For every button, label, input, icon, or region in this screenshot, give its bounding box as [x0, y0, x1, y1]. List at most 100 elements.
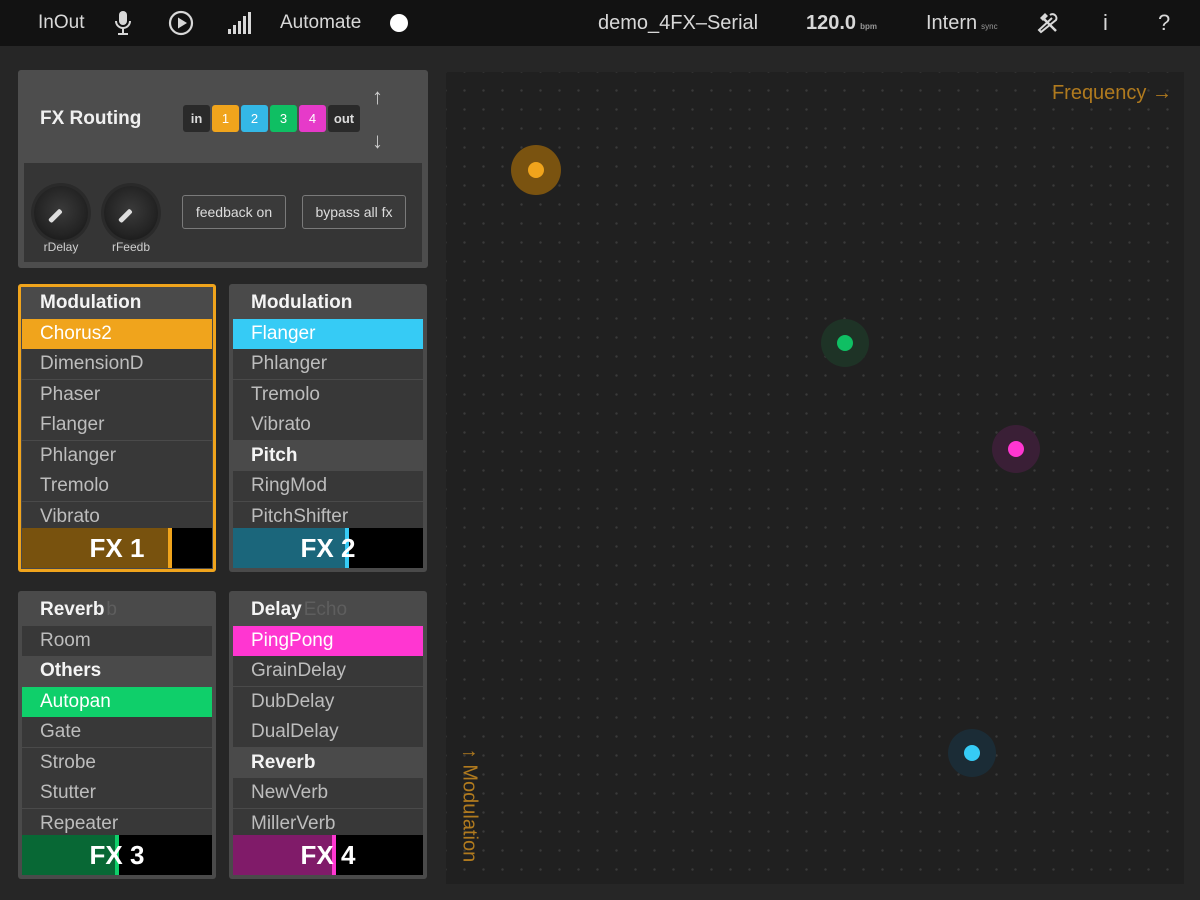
routing-chain-3[interactable]: 3 — [270, 105, 297, 132]
tempo-display[interactable]: 120.0 bpm — [806, 0, 877, 46]
fx-effect-item[interactable]: MillerVerb — [233, 808, 423, 839]
category-label: Reverb — [251, 751, 316, 773]
effect-label: Vibrato — [251, 414, 311, 435]
effect-label: Phlanger — [251, 353, 328, 374]
fx-effect-item[interactable]: Vibrato — [233, 410, 423, 440]
automate-label: Automate — [280, 12, 362, 33]
x-axis-label: Frequency → — [1051, 82, 1172, 104]
fx-effect-item[interactable]: NewVerb — [233, 778, 423, 808]
fx-slot-3[interactable]: Reverb b Room Others Autopan Gate Strobe Stutte… — [18, 591, 216, 879]
xy-pad[interactable]: Frequency → ↑ Modulation — [446, 72, 1184, 884]
y-axis-label: ↑ Modulation — [458, 748, 481, 863]
fx-slot-name: FX 1 — [89, 533, 145, 563]
effect-label: Room — [40, 629, 91, 651]
rfeedb-label: rFeedb — [111, 240, 151, 254]
tempo-value: 120.0 — [806, 11, 857, 34]
effect-label: NewVerb — [251, 782, 329, 803]
effect-label: Flanger — [40, 414, 105, 435]
fx-effect-item[interactable]: DimensionD — [22, 349, 212, 379]
fx-slot-1[interactable]: Modulation Chorus2 DimensionD Phaser Flanger… — [18, 284, 216, 572]
fx-effect-item[interactable]: Flanger — [22, 410, 212, 440]
fx-category-header: Delay Echo — [233, 595, 423, 625]
fx-category-header: Reverb b — [22, 595, 212, 625]
fx-slot-footer[interactable]: FX 3 — [22, 835, 212, 875]
routing-chain-4[interactable]: 4 — [299, 105, 326, 132]
knob-pointer — [47, 208, 63, 224]
fx-effect-item[interactable]: PingPong — [233, 625, 423, 656]
fx-effect-item[interactable]: Chorus2 — [22, 318, 212, 349]
fx-effect-item[interactable]: PitchShifter — [233, 501, 423, 532]
microphone-icon[interactable] — [113, 0, 133, 46]
preset-name[interactable]: demo_4FX–Serial — [598, 0, 758, 46]
fx-category-header: Modulation — [233, 288, 423, 318]
automate-button[interactable]: Automate — [280, 0, 361, 46]
tools-icon[interactable] — [1037, 0, 1059, 46]
fx-effect-item[interactable]: RingMod — [233, 471, 423, 501]
fx-effect-item[interactable]: Vibrato — [22, 501, 212, 532]
xy-point-fx-3[interactable] — [836, 335, 853, 352]
effect-label: Stutter — [40, 782, 96, 803]
effect-label: PingPong — [251, 629, 334, 651]
record-dot-icon[interactable] — [389, 0, 409, 46]
routing-chain-1[interactable]: 1 — [212, 105, 239, 132]
effect-label: Chorus2 — [40, 322, 112, 344]
fx-slot-footer[interactable]: FX 4 — [233, 835, 423, 875]
fx-effect-item[interactable]: Autopan — [22, 686, 212, 717]
fx-slot-4[interactable]: Delay Echo PingPong GrainDelay DubDelay DualD… — [229, 591, 427, 879]
effect-label: Repeater — [40, 812, 119, 834]
effect-label: Autopan — [40, 690, 111, 712]
effect-label: Strobe — [40, 751, 96, 773]
move-up-arrow-icon[interactable]: ↑ — [372, 84, 383, 110]
fx-effect-item[interactable]: Strobe — [22, 747, 212, 778]
fx-effect-item[interactable]: Phaser — [22, 379, 212, 410]
ghost-label: Echo — [303, 599, 348, 620]
effect-label: MillerVerb — [251, 812, 336, 834]
effect-label: Phaser — [40, 383, 101, 405]
fx-slot-2[interactable]: Modulation Flanger Phlanger Tremolo Vibrato P… — [229, 284, 427, 572]
fx-slot-footer[interactable]: FX 2 — [233, 528, 423, 568]
fx-category-header: Pitch — [233, 440, 423, 471]
effect-label: Vibrato — [40, 505, 100, 527]
top-bar: InOut Automate demo_4FX–Serial 120.0 bpm … — [0, 0, 1200, 46]
fx-effect-item[interactable]: Tremolo — [22, 471, 212, 501]
rdelay-knob[interactable] — [34, 186, 88, 240]
fx-slot-footer[interactable]: FX 1 — [22, 528, 212, 568]
category-label: Modulation — [251, 292, 353, 313]
fx-effect-item[interactable]: DualDelay — [233, 717, 423, 747]
category-label: Reverb — [40, 599, 105, 620]
effect-label: DubDelay — [251, 690, 335, 712]
feedback-on-button[interactable]: feedback on — [182, 195, 286, 229]
routing-chain: in 1 2 3 4 out — [183, 105, 360, 132]
routing-chain-2[interactable]: 2 — [241, 105, 268, 132]
play-icon[interactable] — [168, 0, 194, 46]
fx-effect-item[interactable]: Stutter — [22, 778, 212, 808]
fx-effect-item[interactable]: Repeater — [22, 808, 212, 839]
fx-routing-panel: FX Routing in 1 2 3 4 out ↑ ↓ rDelay rFeedb f… — [18, 70, 428, 268]
fx-effect-item[interactable]: Flanger — [233, 318, 423, 349]
routing-chain-in[interactable]: in — [183, 105, 210, 132]
fx-effect-item[interactable]: GrainDelay — [233, 656, 423, 686]
routing-chain-out[interactable]: out — [328, 105, 360, 132]
category-label: Modulation — [40, 292, 142, 313]
effect-label: DualDelay — [251, 721, 339, 742]
level-meter-icon[interactable] — [227, 0, 253, 46]
help-button[interactable]: ? — [1158, 0, 1170, 46]
sync-selector[interactable]: Intern sync — [926, 0, 998, 46]
fx-effect-item[interactable]: Tremolo — [233, 379, 423, 410]
bypass-all-fx-button[interactable]: bypass all fx — [302, 195, 406, 229]
effect-label: Flanger — [251, 322, 316, 344]
effect-label: Tremolo — [40, 475, 109, 496]
fx-effect-item[interactable]: DubDelay — [233, 686, 423, 717]
info-button[interactable]: i — [1103, 0, 1108, 46]
fx-effect-item[interactable]: Room — [22, 625, 212, 656]
fx-effect-item[interactable]: Phlanger — [22, 440, 212, 471]
effect-label: PitchShifter — [251, 505, 349, 527]
fx-effect-item[interactable]: Phlanger — [233, 349, 423, 379]
move-down-arrow-icon[interactable]: ↓ — [372, 128, 383, 154]
rfeedb-knob[interactable] — [104, 186, 158, 240]
inout-button[interactable]: InOut — [38, 0, 84, 46]
xy-point-fx-4[interactable] — [1007, 440, 1024, 457]
fx-category-header: Modulation — [22, 288, 212, 318]
fx-effect-item[interactable]: Gate — [22, 717, 212, 747]
fx-slot-name: FX 3 — [89, 840, 145, 870]
